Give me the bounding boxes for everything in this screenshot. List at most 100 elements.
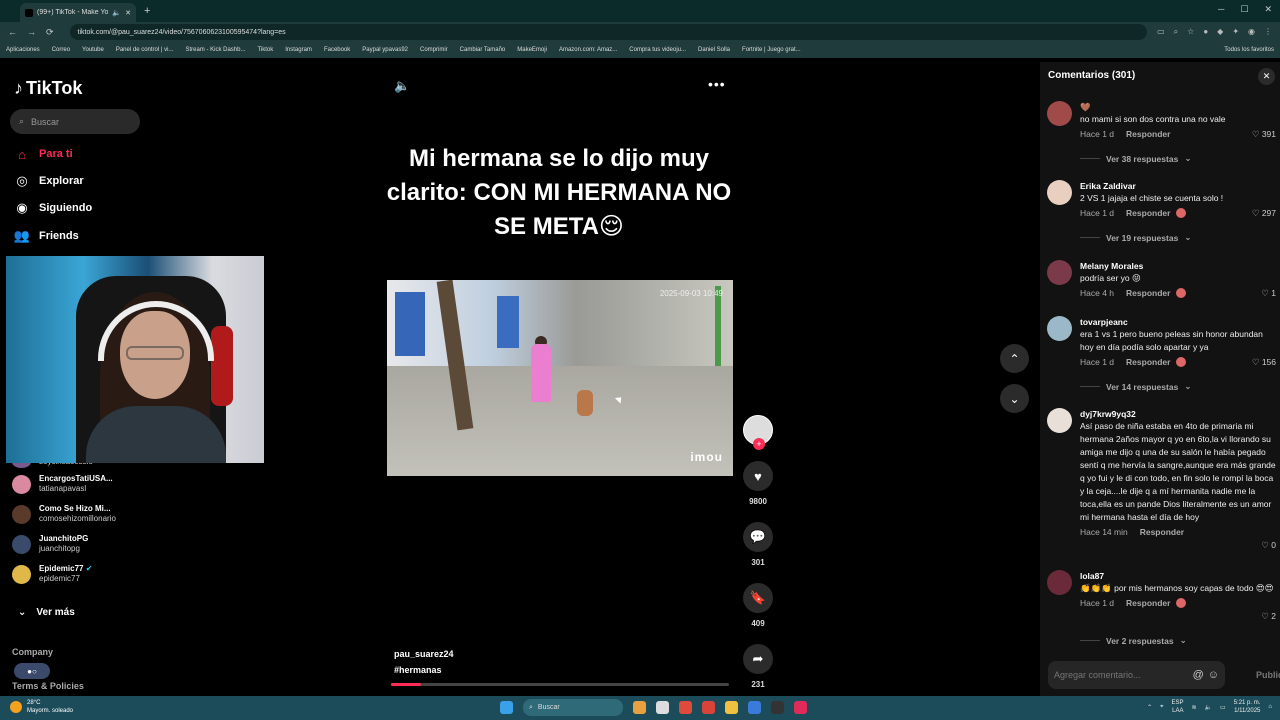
back-icon[interactable]: ← — [8, 27, 17, 37]
comment-like-button[interactable]: ♡ 297 — [1252, 208, 1276, 219]
video-author[interactable]: pau_suarez24 — [394, 649, 454, 659]
reply-button[interactable]: Responder — [1126, 288, 1170, 298]
comment-user[interactable]: Melany Morales — [1080, 260, 1278, 272]
url-field[interactable]: tiktok.com/@pau_suarez24/video/756706062… — [69, 24, 1148, 40]
nav-following[interactable]: ◉ Siguiendo — [14, 200, 92, 216]
view-replies-button[interactable]: Ver 2 respuestas ⌄ — [1080, 635, 1187, 646]
bookmark-item[interactable]: Compra tus videoju... — [629, 47, 686, 53]
chrome-icon[interactable] — [679, 701, 692, 714]
close-window-icon[interactable]: ✕ — [1264, 4, 1272, 15]
tiktok-logo[interactable]: ♪ TikTok — [14, 78, 82, 99]
bookmark-item[interactable]: Stream - Kick Dashb... — [185, 47, 245, 53]
more-options-icon[interactable]: ••• — [708, 76, 726, 92]
app-icon[interactable] — [771, 701, 784, 714]
minimize-icon[interactable]: ─ — [1218, 4, 1224, 15]
like-button[interactable]: ♥ — [743, 461, 773, 491]
bookmark-item[interactable]: Tiktok — [257, 47, 273, 53]
wifi-icon[interactable]: ≋ — [1192, 704, 1197, 711]
view-replies-button[interactable]: Ver 38 respuestas ⌄ — [1080, 153, 1191, 164]
reply-button[interactable]: Responder — [1140, 527, 1184, 537]
previous-video-button[interactable]: ⌃ — [1000, 344, 1029, 373]
brave-icon[interactable] — [702, 701, 715, 714]
comment-user[interactable]: tovarpjeanc — [1080, 316, 1278, 328]
avatar[interactable] — [1047, 260, 1072, 285]
bookmark-item[interactable]: MakeEmoji — [517, 47, 547, 53]
new-tab-button[interactable]: + — [144, 5, 150, 17]
share-button[interactable]: ➦ — [743, 644, 773, 674]
weather-widget[interactable]: 28°C Mayorm. soleado — [10, 699, 73, 715]
creator-avatar[interactable]: + — [743, 415, 773, 450]
tray-chevron-icon[interactable]: ⌃ — [1147, 704, 1152, 711]
profile-icon[interactable]: ◉ — [1248, 27, 1255, 37]
help-toggle-button[interactable]: ●○ — [14, 663, 50, 679]
company-link[interactable]: Company — [12, 647, 53, 657]
avatar[interactable] — [1047, 570, 1072, 595]
bookmark-item[interactable]: Panel de control | vi... — [116, 47, 174, 53]
comment-input[interactable] — [1054, 670, 1189, 680]
bookmark-item[interactable]: Amazon.com: Amaz... — [559, 47, 617, 53]
close-tab-icon[interactable]: ✕ — [125, 9, 131, 17]
search-box[interactable]: ⌕ Buscar — [10, 109, 140, 134]
browser-tab[interactable]: (99+) TikTok - Make Your D... 🔈 ✕ — [20, 3, 136, 22]
bookmark-item[interactable]: Instagram — [285, 47, 312, 53]
following-account[interactable]: EncargosTatiUSA... tatianapavasl — [12, 469, 152, 499]
comment-user[interactable]: lola87 — [1080, 570, 1278, 582]
comment-like-button[interactable]: ♡ 2 — [1261, 611, 1276, 622]
comment-input-box[interactable]: @ ☺ — [1048, 661, 1225, 689]
extension-icon[interactable]: ◆ — [1217, 27, 1223, 37]
nav-explore[interactable]: ◎ Explorar — [14, 173, 83, 189]
video-hashtag[interactable]: #hermanas — [394, 665, 442, 675]
maximize-icon[interactable]: ☐ — [1240, 4, 1248, 15]
volume-icon[interactable]: 🔈 — [1205, 704, 1212, 711]
tiktok-app-icon[interactable] — [794, 701, 807, 714]
avatar[interactable] — [1047, 408, 1072, 433]
view-replies-button[interactable]: Ver 19 respuestas ⌄ — [1080, 232, 1191, 243]
comment-user[interactable]: dyj7krw9yq32 — [1080, 408, 1278, 420]
task-view-icon[interactable] — [656, 701, 669, 714]
nav-friends[interactable]: 👥 Friends — [14, 228, 79, 244]
comment-user[interactable]: Erika Zaldivar — [1080, 180, 1278, 192]
view-replies-button[interactable]: Ver 14 respuestas ⌄ — [1080, 381, 1191, 392]
reload-icon[interactable]: ⟳ — [46, 27, 54, 38]
save-button[interactable]: 🔖 — [743, 583, 773, 613]
puzzle-icon[interactable]: ✦ — [1232, 27, 1239, 37]
comment-like-button[interactable]: ♡ 1 — [1261, 288, 1276, 299]
clock-time[interactable]: 5:21 p. m. — [1234, 699, 1261, 707]
bookmark-item[interactable]: Correo — [52, 47, 70, 53]
avatar[interactable] — [1047, 316, 1072, 341]
avatar[interactable] — [1047, 180, 1072, 205]
mention-icon[interactable]: @ — [1193, 669, 1204, 681]
bookmark-item[interactable]: Paypal ypavas92 — [362, 47, 408, 53]
comment-button[interactable]: 💬 — [743, 522, 773, 552]
windows-start-icon[interactable] — [500, 701, 513, 714]
comment-like-button[interactable]: ♡ 0 — [1261, 540, 1276, 551]
next-video-button[interactable]: ⌄ — [1000, 384, 1029, 413]
all-bookmarks[interactable]: Todos los favoritos — [1224, 47, 1274, 53]
widget-icon[interactable] — [633, 701, 646, 714]
reply-button[interactable]: Responder — [1126, 357, 1170, 367]
reply-button[interactable]: Responder — [1126, 129, 1170, 139]
taskbar-search[interactable]: ⌕ Buscar — [523, 699, 623, 716]
bookmark-item[interactable]: Comprimir — [420, 47, 448, 53]
bookmark-item[interactable]: Daniel Solla — [698, 47, 730, 53]
publish-button[interactable]: Publicar — [1256, 670, 1280, 680]
bookmark-item[interactable]: Facebook — [324, 47, 350, 53]
reply-button[interactable]: Responder — [1126, 598, 1170, 608]
bookmark-item[interactable]: Youtube — [82, 47, 104, 53]
bookmark-item[interactable]: Cambiar Tamaño — [460, 47, 506, 53]
bookmark-item[interactable]: Fortnite | Juego grat... — [742, 47, 801, 53]
app-icon[interactable] — [748, 701, 761, 714]
zoom-icon[interactable]: ⌕ — [1174, 27, 1178, 37]
battery-icon[interactable]: ▭ — [1220, 704, 1226, 711]
terms-link[interactable]: Terms & Policies — [12, 681, 84, 691]
bookmark-item[interactable]: Aplicaciones — [6, 47, 40, 53]
follow-plus-icon[interactable]: + — [753, 438, 765, 450]
menu-icon[interactable]: ⋮ — [1264, 27, 1272, 37]
following-account[interactable]: JuanchitoPG juanchitopg — [12, 529, 152, 559]
following-account[interactable]: Como Se Hizo Mi... comosehizomillonario — [12, 499, 152, 529]
forward-icon[interactable]: → — [27, 27, 36, 37]
comment-like-button[interactable]: ♡ 391 — [1252, 129, 1276, 140]
avatar[interactable] — [1047, 101, 1072, 126]
video-progress-bar[interactable] — [391, 683, 729, 686]
cast-icon[interactable]: ▭ — [1157, 27, 1165, 37]
